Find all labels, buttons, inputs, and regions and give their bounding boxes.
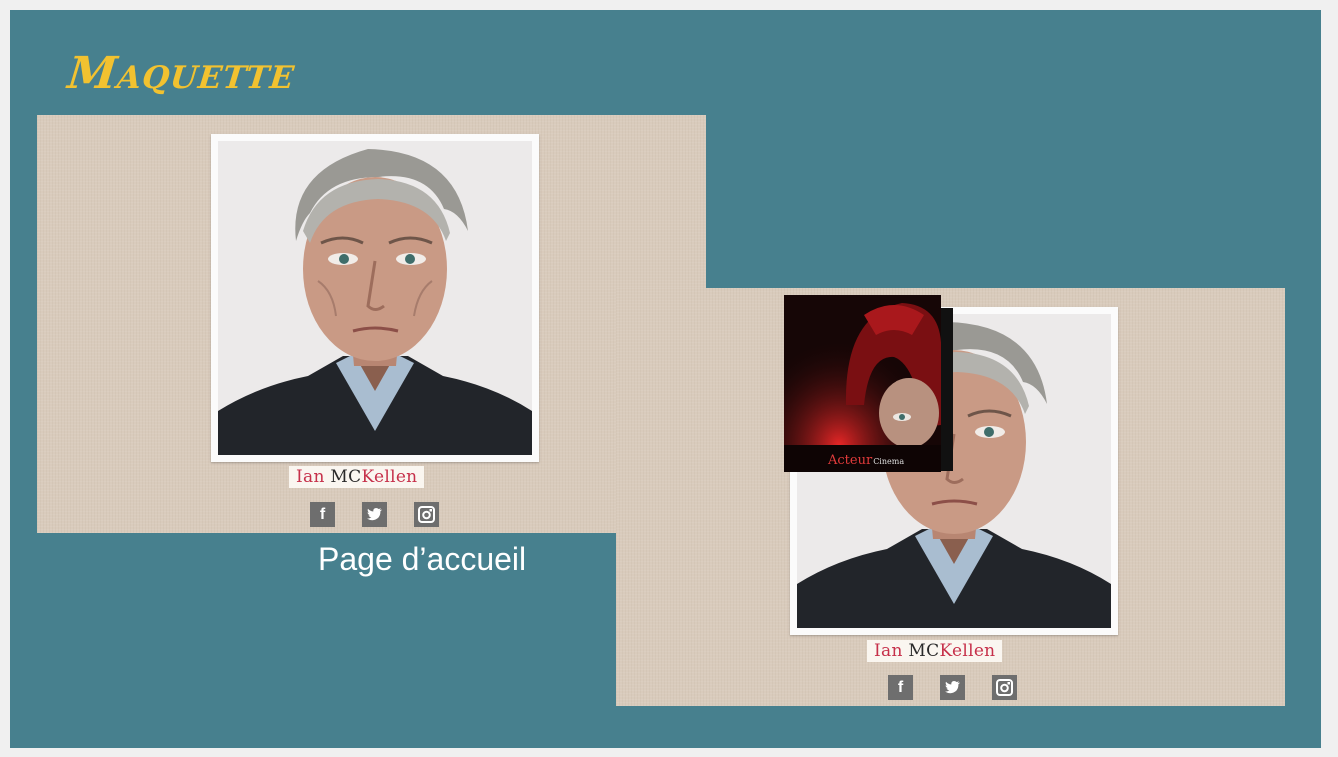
overlay-caption-main: Acteur xyxy=(828,453,873,468)
home-page-mockup: Ian MCKellen f xyxy=(37,115,706,533)
name-last: Kellen xyxy=(361,467,418,487)
facebook-icon[interactable]: f xyxy=(310,502,335,527)
magneto-helmet-icon xyxy=(784,295,941,472)
overlay-caption-sub: Cinema xyxy=(873,457,905,466)
slide: Maquette Ian MCKellen f ActeurCinema Ian… xyxy=(10,10,1321,748)
hover-overlay-card[interactable]: ActeurCinema xyxy=(784,295,941,472)
name-mc: MC xyxy=(908,641,940,661)
instagram-icon[interactable] xyxy=(992,675,1017,700)
overlay-caption: ActeurCinema xyxy=(828,453,904,468)
slide-title: Maquette xyxy=(65,48,298,99)
actor-name: Ian MCKellen xyxy=(867,640,1003,662)
facebook-icon[interactable]: f xyxy=(888,675,913,700)
hover-page-mockup: ActeurCinema Ian MCKellen f xyxy=(616,288,1285,706)
portrait-photo-icon xyxy=(218,141,532,455)
name-first: Ian xyxy=(874,641,903,661)
social-links: f xyxy=(310,502,439,527)
twitter-icon[interactable] xyxy=(362,502,387,527)
name-first: Ian xyxy=(296,467,325,487)
page-caption: Page d’accueil xyxy=(318,541,527,577)
social-links: f xyxy=(888,675,1017,700)
portrait-frame xyxy=(211,134,539,462)
actor-name: Ian MCKellen xyxy=(289,466,425,488)
instagram-icon[interactable] xyxy=(414,502,439,527)
twitter-icon[interactable] xyxy=(940,675,965,700)
name-mc: MC xyxy=(330,467,362,487)
name-last: Kellen xyxy=(939,641,996,661)
